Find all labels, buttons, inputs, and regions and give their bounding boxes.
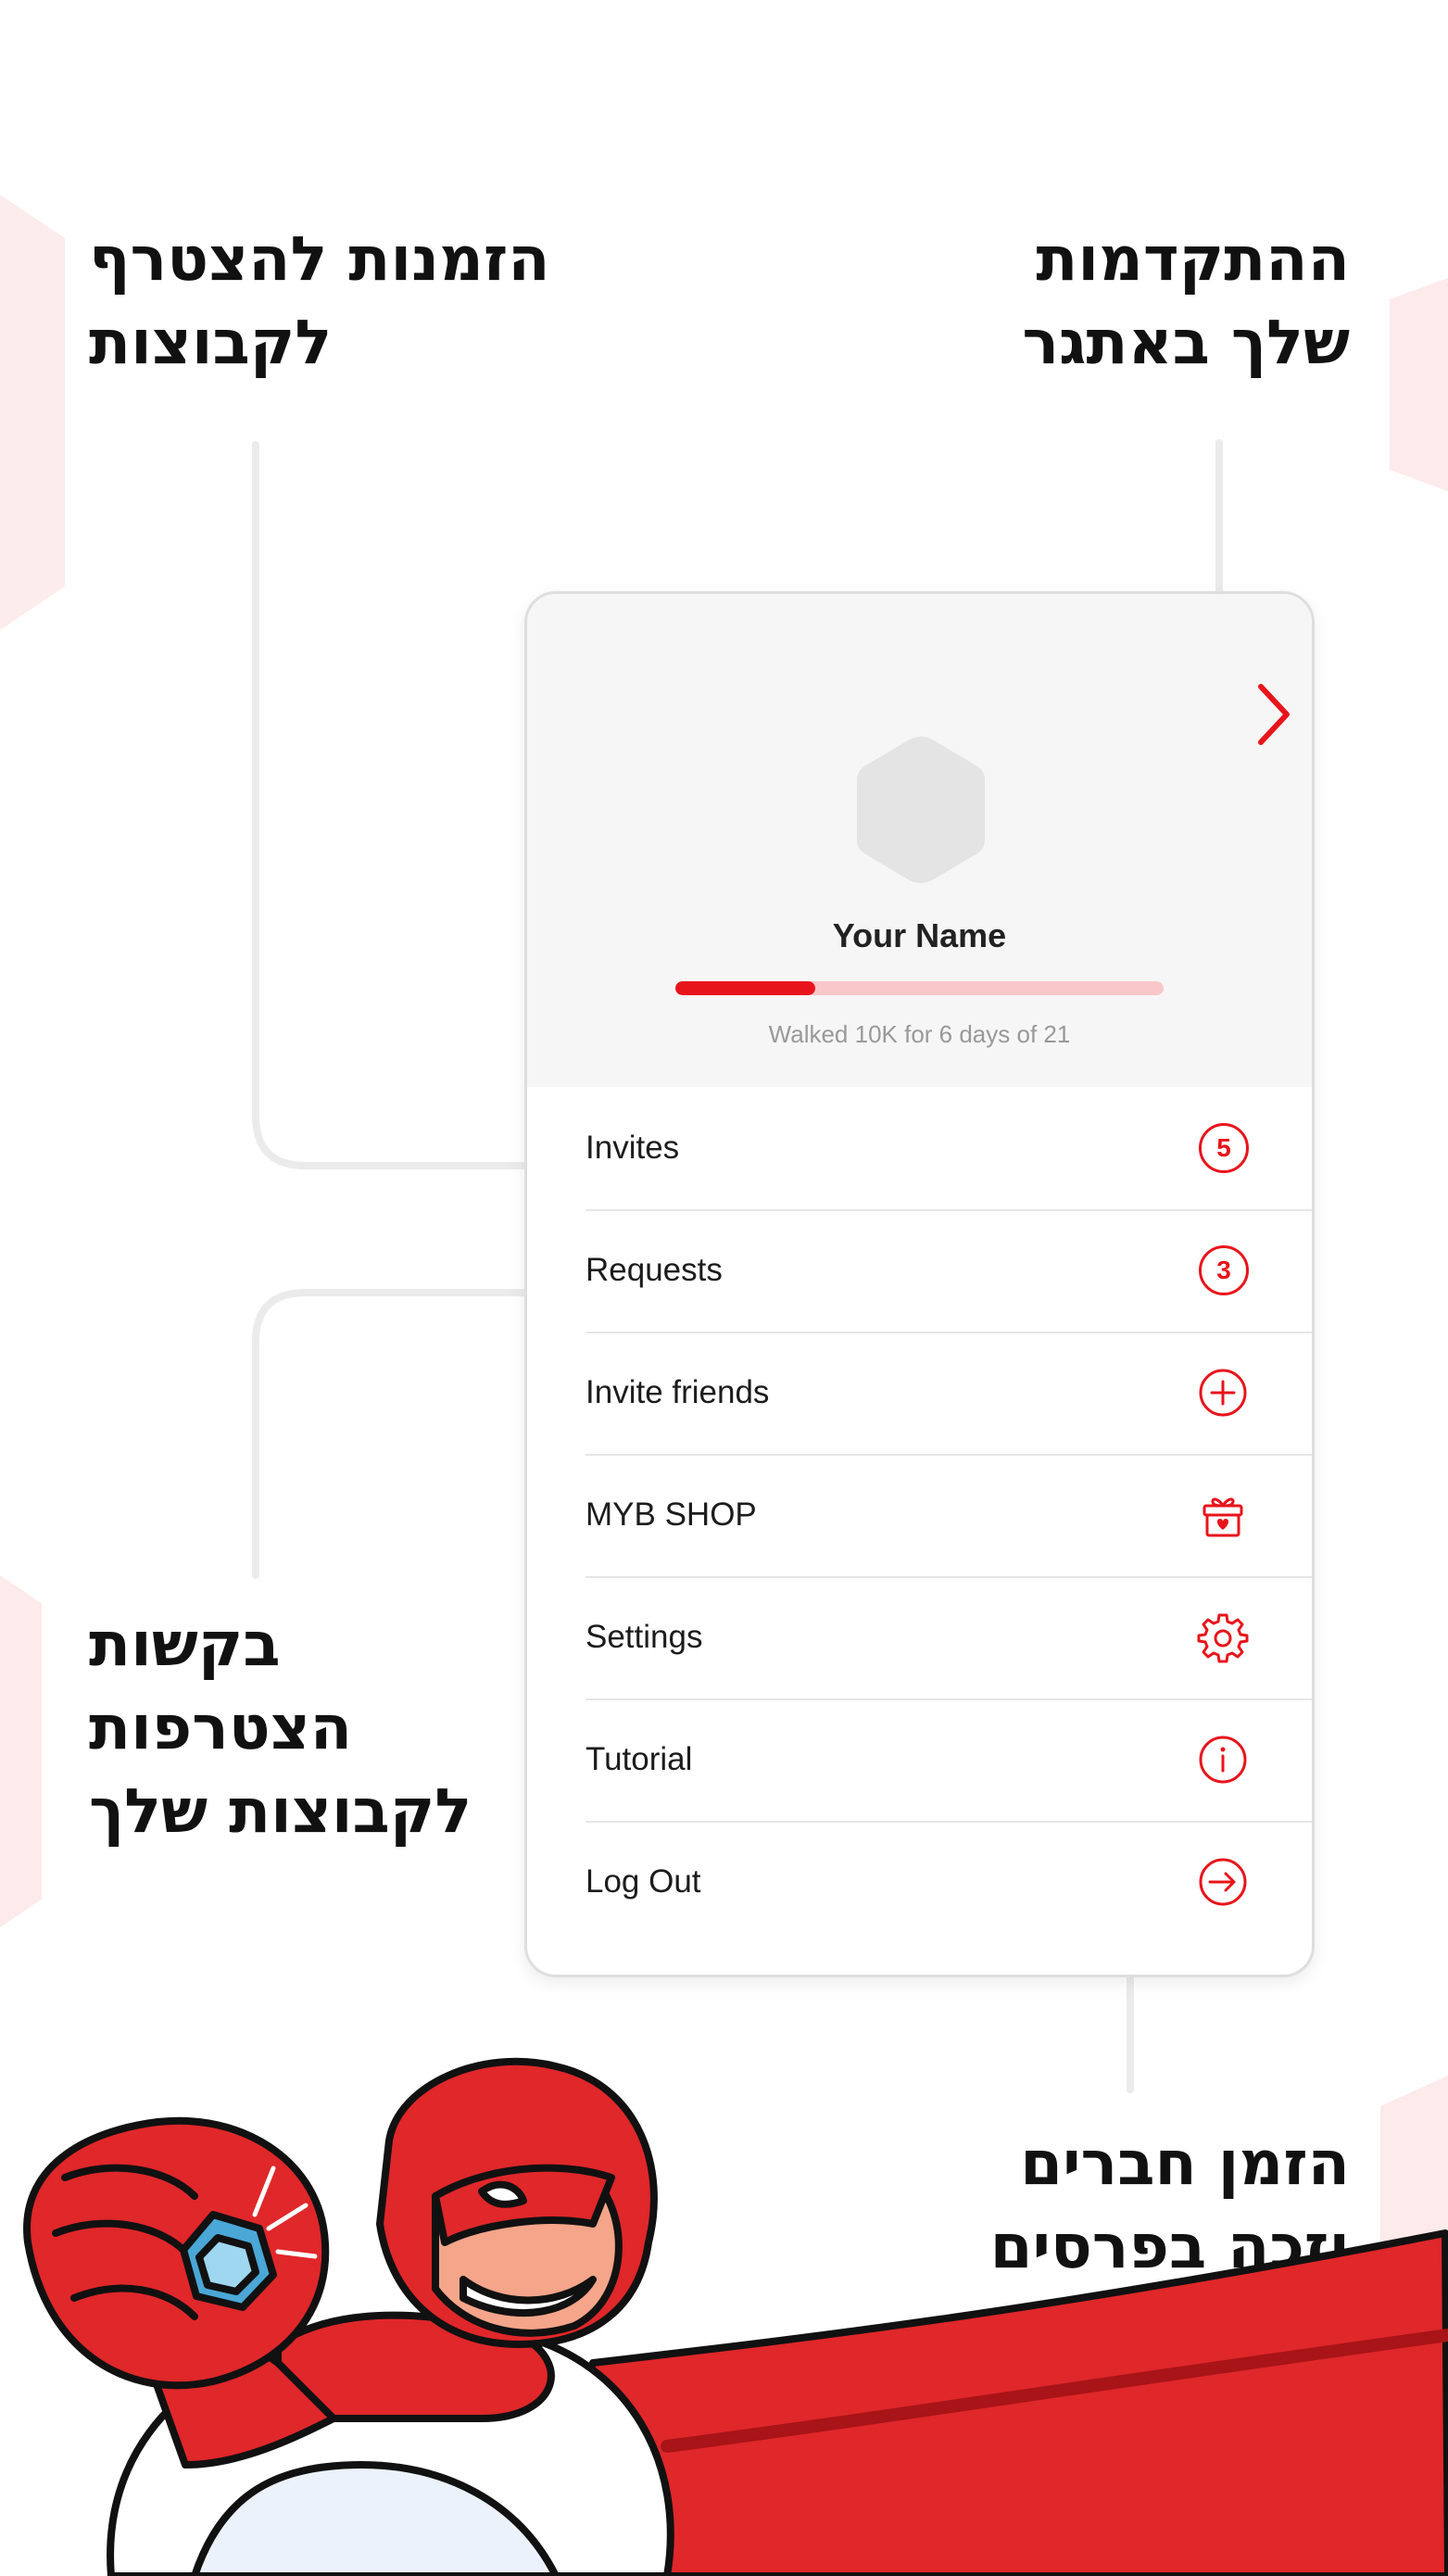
menu-item-shop[interactable]: MYB SHOP	[585, 1454, 1312, 1578]
menu-item-invite-friends[interactable]: Invite friends	[585, 1332, 1312, 1456]
menu-item-label: Log Out	[585, 1863, 701, 1900]
menu-item-label: Requests	[585, 1252, 723, 1288]
profile-name: Your Name	[832, 916, 1007, 954]
profile-header: Your Name Walked 10K for 6 days of 21	[527, 594, 1312, 1087]
menu-item-invites[interactable]: Invites 5	[585, 1087, 1312, 1211]
plus-circle-icon	[1199, 1369, 1247, 1417]
challenge-progress-text: Walked 10K for 6 days of 21	[768, 1020, 1071, 1048]
menu-item-label: Tutorial	[585, 1741, 693, 1777]
info-icon	[1199, 1736, 1247, 1784]
menu-item-logout[interactable]: Log Out	[585, 1821, 1312, 1943]
connector-requests	[252, 1289, 564, 1579]
invites-count-badge: 5	[1199, 1123, 1249, 1173]
menu-item-label: Settings	[585, 1619, 703, 1655]
menu-item-settings[interactable]: Settings	[585, 1576, 1312, 1700]
requests-count-badge: 3	[1199, 1245, 1249, 1295]
menu-item-tutorial[interactable]: Tutorial	[585, 1698, 1312, 1823]
menu-item-label: MYB SHOP	[585, 1496, 757, 1533]
menu-item-requests[interactable]: Requests 3	[585, 1209, 1312, 1333]
challenge-progress-bar	[675, 981, 1164, 995]
menu-item-label: Invite friends	[585, 1374, 770, 1410]
challenge-progress-fill	[675, 981, 815, 995]
chevron-right-icon[interactable]	[1250, 677, 1296, 751]
gift-icon	[1202, 1497, 1243, 1537]
profile-menu-card: Your Name Walked 10K for 6 days of 21 In…	[524, 591, 1315, 1977]
connector-invites	[252, 441, 564, 1169]
logout-icon	[1199, 1858, 1247, 1906]
avatar[interactable]	[851, 731, 990, 889]
menu-item-label: Invites	[585, 1130, 680, 1166]
gear-icon	[1197, 1613, 1249, 1663]
superhero-mascot-illustration	[23, 2057, 1448, 2576]
